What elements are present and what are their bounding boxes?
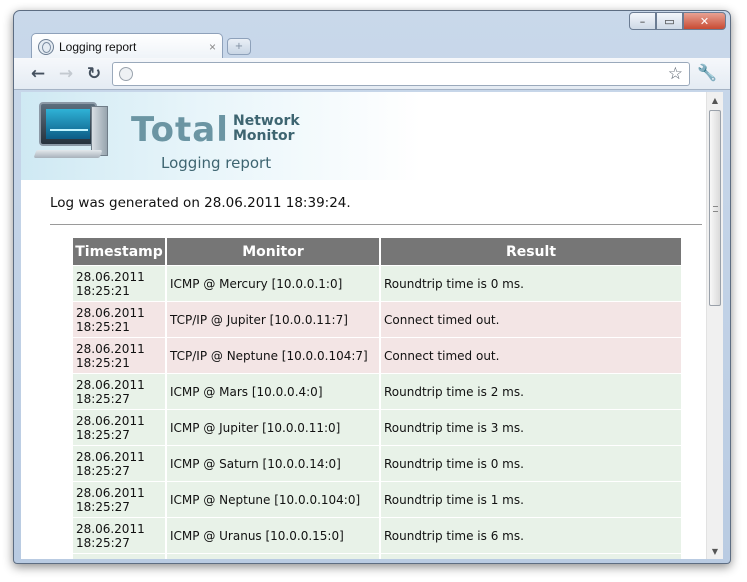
result-cell: Roundtrip time is 3 ms. <box>381 410 681 445</box>
monitor-cell: ICMP @ Jupiter [10.0.0.11:0] <box>167 410 379 445</box>
timestamp-cell: 28.06.2011 18:25:21 <box>73 266 165 301</box>
result-cell: Roundtrip time is 0 ms. <box>381 266 681 301</box>
reload-icon[interactable]: ↻ <box>84 64 104 84</box>
close-window-button[interactable]: ✕ <box>683 12 726 30</box>
browser-window: – ▭ ✕ Logging report × + ← → ↻ ☆ 🔧 Total… <box>13 10 731 564</box>
timestamp-cell: 28.06.2011 18:25:21 <box>73 302 165 337</box>
monitor-cell: ICMP @ Mars [10.0.0.4:0] <box>167 374 379 409</box>
window-controls: – ▭ ✕ <box>629 12 726 30</box>
globe-icon <box>38 38 54 55</box>
browser-toolbar: ← → ↻ ☆ 🔧 <box>14 58 730 90</box>
table-row: 28.06.2011 18:25:21 TCP/IP @ Jupiter [10.0… <box>73 302 681 337</box>
timestamp-cell: 28.06.2011 18:25:27 <box>73 482 165 517</box>
timestamp-date: 28.06.2011 <box>76 413 145 428</box>
back-arrow-icon[interactable]: ← <box>28 64 48 84</box>
page-viewport: Total Network Monitor Logging report Log… <box>21 92 723 559</box>
result-cell: Roundtrip time is 1 ms. <box>381 482 681 517</box>
table-row: 28.06.2011 18:25:27 ICMP @ Neptune [10.0.0… <box>73 482 681 517</box>
scrollbar-thumb[interactable] <box>709 110 721 306</box>
table-row: 28.06.2011 18:25:21 ICMP @ Mercury [10.0.0… <box>73 266 681 301</box>
scroll-down-icon[interactable]: ▼ <box>707 543 723 559</box>
header-timestamp: Timestamp <box>73 238 165 265</box>
url-input[interactable] <box>139 65 659 83</box>
timestamp-date: 28.06.2011 <box>76 521 145 536</box>
tab-title: Logging report <box>59 39 137 54</box>
timestamp-date: 28.06.2011 <box>76 377 145 392</box>
timestamp-time: 18:25:21 <box>76 283 130 298</box>
bookmark-star-icon[interactable]: ☆ <box>668 64 683 84</box>
browser-tab[interactable]: Logging report × <box>31 33 223 59</box>
monitor-cell: TCP/IP @ Neptune [10.0.0.104:7] <box>167 338 379 373</box>
maximize-button[interactable]: ▭ <box>656 12 683 30</box>
timestamp-cell: 28.06.2011 18:25:27 <box>73 374 165 409</box>
header-monitor: Monitor <box>167 238 379 265</box>
new-tab-button[interactable]: + <box>227 38 251 55</box>
result-cell <box>381 554 681 559</box>
timestamp-date: 28.06.2011 <box>76 269 145 284</box>
monitor-cell <box>167 554 379 559</box>
computer-tower-icon <box>91 106 108 156</box>
log-table-body: 28.06.2011 18:25:21 ICMP @ Mercury [10.0.0… <box>73 266 681 559</box>
table-row: 28.06.2011 18:25:27 ICMP @ Mars [10.0.0.4:… <box>73 374 681 409</box>
tab-close-icon[interactable]: × <box>209 40 216 54</box>
timestamp-date: 28.06.2011 <box>76 449 145 464</box>
monitor-cell: ICMP @ Saturn [10.0.0.14:0] <box>167 446 379 481</box>
timestamp-time: 18:25:27 <box>76 535 130 550</box>
timestamp-cell: 28.06.2011 18:25:27 <box>73 446 165 481</box>
monitor-cell: TCP/IP @ Jupiter [10.0.0.11:7] <box>167 302 379 337</box>
table-row: 28.06.2011 18:25:27 ICMP @ Jupiter [10.0.0… <box>73 410 681 445</box>
generated-timestamp: Log was generated on 28.06.2011 18:39:24… <box>50 195 351 211</box>
report-banner: Total Network Monitor Logging report <box>21 92 421 180</box>
keyboard-icon <box>33 150 103 158</box>
timestamp-date: 28.06.2011 <box>76 305 145 320</box>
vertical-scrollbar[interactable]: ▲ ▼ <box>706 92 723 559</box>
address-bar[interactable]: ☆ <box>112 62 690 86</box>
timestamp-time: 18:25:21 <box>76 319 130 334</box>
timestamp-time: 18:25:27 <box>76 499 130 514</box>
scroll-up-icon[interactable]: ▲ <box>707 92 723 108</box>
page-globe-icon <box>119 67 133 81</box>
wrench-icon[interactable]: 🔧 <box>697 63 717 82</box>
minimize-button[interactable]: – <box>629 12 656 30</box>
table-row: 28.06.2011 <box>73 554 681 559</box>
table-row: 28.06.2011 18:25:27 ICMP @ Uranus [10.0.0.… <box>73 518 681 553</box>
table-row: 28.06.2011 18:25:27 ICMP @ Saturn [10.0.0.… <box>73 446 681 481</box>
monitor-logo-icon <box>39 102 97 146</box>
timestamp-time: 18:25:27 <box>76 463 130 478</box>
timestamp-time: 18:25:27 <box>76 391 130 406</box>
header-result: Result <box>381 238 681 265</box>
timestamp-cell: 28.06.2011 18:25:21 <box>73 338 165 373</box>
timestamp-cell: 28.06.2011 18:25:27 <box>73 410 165 445</box>
result-cell: Connect timed out. <box>381 338 681 373</box>
logo-subtitle: Network Monitor <box>233 113 300 144</box>
log-table: Timestamp Monitor Result 28.06.2011 18:25… <box>71 237 683 559</box>
result-cell: Connect timed out. <box>381 302 681 337</box>
divider <box>50 224 702 225</box>
forward-arrow-icon[interactable]: → <box>56 64 76 84</box>
monitor-cell: ICMP @ Mercury [10.0.0.1:0] <box>167 266 379 301</box>
timestamp-date: 28.06.2011 <box>76 341 145 356</box>
report-title: Logging report <box>161 154 272 172</box>
logo-total-text: Total <box>131 110 229 150</box>
timestamp-cell: 28.06.2011 18:25:27 <box>73 518 165 553</box>
result-cell: Roundtrip time is 2 ms. <box>381 374 681 409</box>
timestamp-cell: 28.06.2011 <box>73 554 165 559</box>
table-row: 28.06.2011 18:25:21 TCP/IP @ Neptune [10.0… <box>73 338 681 373</box>
table-header-row: Timestamp Monitor Result <box>73 238 681 265</box>
monitor-cell: ICMP @ Uranus [10.0.0.15:0] <box>167 518 379 553</box>
result-cell: Roundtrip time is 0 ms. <box>381 446 681 481</box>
result-cell: Roundtrip time is 6 ms. <box>381 518 681 553</box>
timestamp-time: 18:25:21 <box>76 355 130 370</box>
monitor-cell: ICMP @ Neptune [10.0.0.104:0] <box>167 482 379 517</box>
timestamp-date: 28.06.2011 <box>76 485 145 500</box>
timestamp-time: 18:25:27 <box>76 427 130 442</box>
